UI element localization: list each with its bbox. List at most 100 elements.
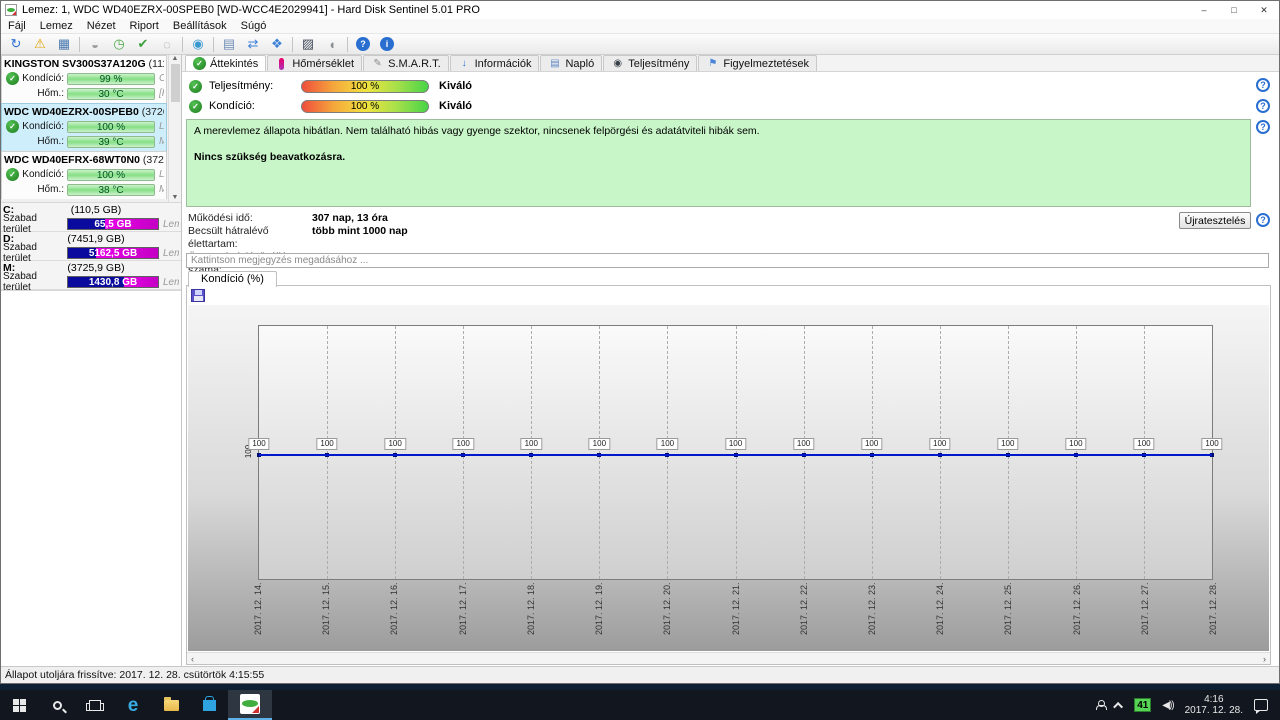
disk-status-textbox: A merevlemez állapota hibátlan. Nem talá… (186, 119, 1251, 207)
tab-alerts[interactable]: ⚑ Figyelmeztetések (698, 55, 817, 71)
disk-detect-button[interactable]: ◒ (83, 35, 107, 54)
sidebar: KINGSTON SV300S37A120G (111,8 GB)✓Kondíc… (1, 55, 182, 666)
partition-list: C:(110,5 GB)Szabad terület65,5 GBLemez: … (1, 203, 181, 293)
disk-item[interactable]: WDC WD40EZRX-00SPEB0 (3726,0 GB)✓Kondíci… (1, 103, 167, 151)
info-button[interactable]: i (375, 35, 399, 54)
action-center-icon[interactable] (1254, 699, 1268, 714)
partition-free-row: Szabad terület65,5 GBLemez: 0 (3, 213, 179, 235)
x-axis-date-label: 2017. 12. 25. (1003, 582, 1014, 635)
disk-item[interactable]: WDC WD40EFRX-68WT0N0 (3726,0 GB)✓Kondíci… (1, 151, 167, 199)
free-space-bar: 1430,8 GB (67, 276, 159, 288)
close-button[interactable]: ✕ (1249, 1, 1279, 19)
warning-report-button[interactable]: ⚠ (28, 35, 52, 54)
point-value-label: 100 (588, 438, 611, 450)
performance-row: ✓ Teljesítmény: 100 % Kiváló (187, 77, 472, 95)
point-value-label: 100 (1133, 438, 1155, 450)
warning-report-icon: ⚠ (34, 36, 46, 51)
log-button[interactable]: ▤ (217, 35, 241, 54)
temperature-tray-badge[interactable]: 41 (1134, 698, 1152, 712)
help-icon[interactable]: ? (1256, 213, 1270, 227)
help-icon[interactable]: ? (1256, 120, 1270, 134)
online-status-button[interactable]: ◉ (186, 35, 210, 54)
chart-content: 100 100 100 100 100 100 100 100 100 100 100 100 100 1… (186, 285, 1271, 665)
titlebar[interactable]: Lemez: 1, WDC WD40EZRX-00SPEB0 [WD-WCC4E… (1, 1, 1279, 19)
disk-list-scrollbar[interactable]: ▲ ▼ (168, 55, 181, 202)
point-value-label: 100 (860, 438, 883, 450)
menu-help[interactable]: Súgó (234, 20, 274, 32)
start-button[interactable] (0, 690, 38, 720)
tab-information[interactable]: ↓ Információk (449, 55, 540, 71)
help-icon[interactable]: ? (1256, 78, 1270, 92)
tray-expand-icon[interactable] (1113, 701, 1124, 712)
history-chart-panel: Kondíció (%) 100 100 100 100 100 100 100 100 100… (186, 269, 1271, 665)
disk-name: WDC WD40EFRX-68WT0N0 (3726,0 GB) (4, 154, 164, 166)
sound-button[interactable]: ◖ (320, 35, 344, 54)
chart-tab-condition[interactable]: Kondíció (%) (188, 270, 277, 287)
scroll-down-icon[interactable]: ▼ (172, 194, 179, 201)
sync-button[interactable]: ⇄ (241, 35, 265, 54)
comment-input[interactable] (186, 253, 1269, 268)
network-button[interactable]: ❖ (265, 35, 289, 54)
hard-disk-sentinel-taskbar-button[interactable] (228, 690, 272, 720)
tab-log[interactable]: ▤ Napló (540, 55, 603, 71)
info-icon: ↓ (461, 58, 467, 69)
refresh-icon: ↻ (10, 36, 22, 51)
taskbar: e 41 ◀)) 4:16 2017. 12. 28. (0, 690, 1280, 720)
status-ok-icon: ✓ (189, 79, 202, 93)
partition-free-row: Szabad terület1430,8 GBLemez: 1,2 (3, 271, 179, 293)
file-explorer-button[interactable] (152, 690, 190, 720)
windows-logo-icon (12, 698, 26, 712)
tab-smart[interactable]: ✎ S.M.A.R.T. (363, 55, 449, 71)
point-value-label: 100 (316, 438, 338, 450)
help-icon: ? (356, 37, 370, 51)
scroll-thumb[interactable] (170, 64, 180, 102)
menu-settings[interactable]: Beállítások (166, 20, 234, 32)
chart-horizontal-scrollbar[interactable]: ‹ › (187, 652, 1270, 664)
tab-performance[interactable]: ◉ Teljesítmény (603, 55, 698, 71)
scroll-up-icon[interactable]: ▲ (172, 55, 179, 62)
app-icon (5, 4, 17, 16)
point-value-label: 100 (452, 438, 474, 450)
save-chart-icon[interactable] (191, 289, 205, 302)
partition-item[interactable]: M:(3725,9 GB)Szabad terület1430,8 GBLeme… (1, 261, 181, 293)
condition-bar: 99 % (67, 72, 155, 85)
info-icon: i (380, 37, 394, 51)
speaker-icon[interactable]: ◀)) (1162, 700, 1174, 711)
alerts-icon: ⚑ (708, 58, 718, 69)
menu-report[interactable]: Riport (123, 20, 166, 32)
point-value-label: 100 (1065, 438, 1087, 450)
partition-item[interactable]: C:(110,5 GB)Szabad terület65,5 GBLemez: … (1, 203, 181, 235)
help-icon[interactable]: ? (1256, 99, 1270, 113)
retest-button[interactable]: Újratesztelés (1179, 212, 1251, 229)
smart-display-button[interactable]: ▨ (296, 35, 320, 54)
search-button[interactable] (38, 690, 76, 720)
partition-item[interactable]: D:(7451,9 GB)Szabad terület5162,5 GBLeme… (1, 232, 181, 264)
minimize-button[interactable]: – (1189, 1, 1219, 19)
menu-view[interactable]: Nézet (80, 20, 123, 32)
menu-file[interactable]: Fájl (1, 20, 33, 32)
restore-button[interactable]: □ (1219, 1, 1249, 19)
disk-accept-button[interactable]: ✔ (131, 35, 155, 54)
help-button[interactable]: ? (351, 35, 375, 54)
info-row: Működési idő: 307 nap, 13 óra (188, 212, 408, 225)
scroll-right-icon[interactable]: › (1263, 654, 1266, 664)
refresh-button[interactable]: ↻ (4, 35, 28, 54)
tab-temperature[interactable]: Hőmérséklet (267, 55, 363, 71)
condition-plot: 100 100 100 100 100 100 100 100 100 100 100 100 100 1… (244, 325, 1223, 580)
lifetime-label: Becsült hátralévő élettartam: (188, 225, 269, 250)
task-view-button[interactable] (76, 690, 114, 720)
temperature-bar: 30 °C (67, 87, 155, 100)
free-space-bar: 5162,5 GB (67, 247, 159, 259)
taskbar-clock[interactable]: 4:16 2017. 12. 28. (1185, 694, 1243, 716)
menu-disk[interactable]: Lemez (33, 20, 80, 32)
disk-search-button[interactable]: ◌ (155, 35, 179, 54)
edge-button[interactable]: e (114, 690, 152, 720)
people-icon[interactable] (1096, 700, 1108, 710)
disk-schedule-button[interactable]: ◷ (107, 35, 131, 54)
condition-row: ✓ Kondíció: 100 % Kiváló (187, 97, 472, 115)
report-display-button[interactable]: ▦ (52, 35, 76, 54)
scroll-left-icon[interactable]: ‹ (191, 654, 194, 664)
disk-item[interactable]: KINGSTON SV300S37A120G (111,8 GB)✓Kondíc… (1, 55, 167, 103)
tab-overview[interactable]: ✓ Áttekintés (185, 55, 267, 71)
store-button[interactable] (190, 690, 228, 720)
